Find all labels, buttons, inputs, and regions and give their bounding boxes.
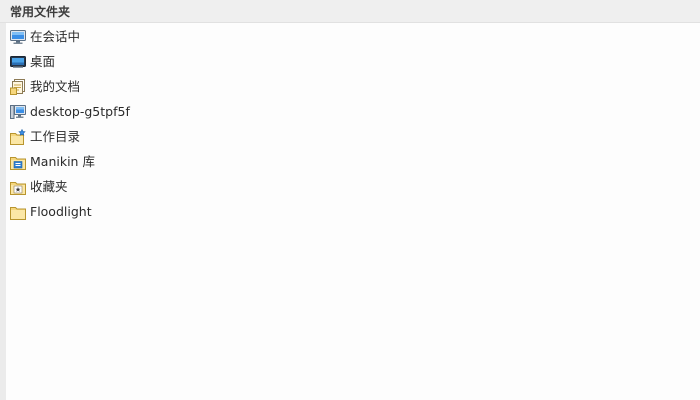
folder-item-label: 工作目录 bbox=[30, 129, 81, 144]
folder-item-desktop[interactable]: 桌面 bbox=[6, 49, 700, 74]
panel-header: 常用文件夹 bbox=[0, 0, 700, 23]
folder-item-label: desktop-g5tpf5f bbox=[30, 104, 130, 119]
favorites-icon bbox=[10, 179, 26, 195]
folder-item-label: 在会话中 bbox=[30, 29, 81, 44]
folder-item-my-documents[interactable]: 我的文档 bbox=[6, 74, 700, 99]
folder-item-label: Floodlight bbox=[30, 204, 92, 219]
folder-item-label: Manikin 库 bbox=[30, 154, 95, 169]
monitor-icon bbox=[10, 29, 26, 45]
folder-item-label: 收藏夹 bbox=[30, 179, 68, 194]
documents-icon bbox=[10, 79, 26, 95]
folder-item-floodlight[interactable]: Floodlight bbox=[6, 199, 700, 224]
common-folders-panel: 常用文件夹 在会话中 桌面 我的文档 desktop-g5tpf5f 工作目录 … bbox=[0, 0, 700, 400]
folder-item-working-directory[interactable]: 工作目录 bbox=[6, 124, 700, 149]
folder-item-in-session[interactable]: 在会话中 bbox=[6, 24, 700, 49]
desktop-icon bbox=[10, 54, 26, 70]
folder-item-manikin-library[interactable]: Manikin 库 bbox=[6, 149, 700, 174]
folder-item-computer[interactable]: desktop-g5tpf5f bbox=[6, 99, 700, 124]
library-icon bbox=[10, 154, 26, 170]
folder-item-label: 桌面 bbox=[30, 54, 56, 69]
working-directory-icon bbox=[10, 129, 26, 145]
folder-icon bbox=[10, 204, 26, 220]
folder-item-favorites[interactable]: 收藏夹 bbox=[6, 174, 700, 199]
panel-title: 常用文件夹 bbox=[10, 5, 71, 19]
folder-list: 在会话中 桌面 我的文档 desktop-g5tpf5f 工作目录 Maniki… bbox=[6, 24, 700, 224]
folder-item-label: 我的文档 bbox=[30, 79, 81, 94]
computer-icon bbox=[10, 104, 26, 120]
